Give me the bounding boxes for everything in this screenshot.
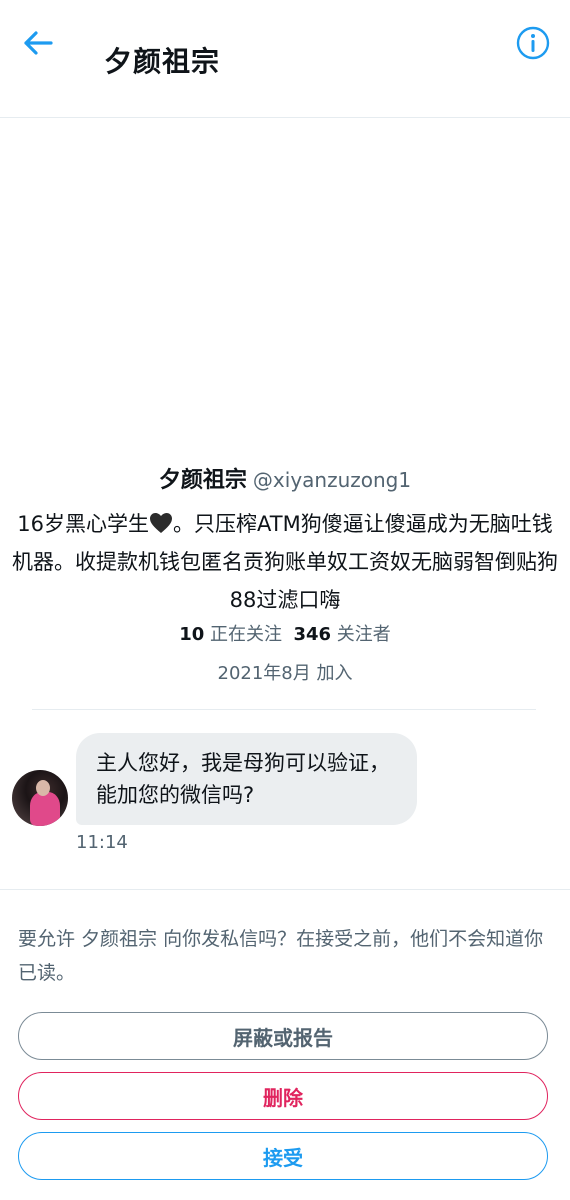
info-button[interactable] [514, 24, 552, 62]
followers-label: 关注者 [336, 624, 391, 645]
block-or-report-label: 屏蔽或报告 [233, 1025, 333, 1050]
profile-display-name: 夕颜祖宗 [158, 468, 247, 493]
dm-request-screen: 夕颜祖宗 夕颜祖宗 @xiyanzuzong1 16岁黑心学生 。只压榨ATM狗傻逼… [0, 0, 570, 1200]
back-button[interactable] [18, 26, 58, 60]
arrow-left-icon [24, 31, 53, 55]
accept-label: 接受 [263, 1145, 303, 1170]
bio-text-start: 16岁黑心学生 [17, 512, 150, 536]
black-heart-icon [150, 513, 173, 533]
delete-button[interactable]: 删除 [18, 1072, 548, 1120]
following-label: 正在关注 [210, 624, 283, 645]
profile-name-line[interactable]: 夕颜祖宗 @xiyanzuzong1 [0, 462, 570, 494]
message-request-prompt: 要允许 夕颜祖宗 向你发私信吗？在接受之前，他们不会知道你已读。 [18, 928, 544, 984]
following-count: 10 [179, 624, 205, 645]
conversation-header: 夕颜祖宗 [0, 0, 570, 118]
following-stat[interactable]: 10 正在关注 [179, 624, 282, 645]
avatar-figure [30, 792, 60, 826]
message-text: 主人您好，我是母狗可以验证，能加您的微信吗? [96, 751, 390, 807]
profile-handle: @xiyanzuzong1 [252, 468, 412, 492]
followers-count: 346 [293, 624, 332, 645]
block-or-report-button[interactable]: 屏蔽或报告 [18, 1012, 548, 1060]
delete-label: 删除 [263, 1085, 303, 1110]
profile-stats: 10 正在关注 346 关注者 [0, 620, 570, 646]
message-bubble[interactable]: 主人您好，我是母狗可以验证，能加您的微信吗? [76, 733, 417, 825]
request-divider [0, 889, 570, 890]
accept-button[interactable]: 接受 [18, 1132, 548, 1180]
profile-divider [32, 709, 536, 710]
conversation-title: 夕颜祖宗 [104, 45, 221, 78]
sender-avatar[interactable] [12, 770, 68, 826]
joined-date: 2021年8月 加入 [217, 663, 353, 684]
info-icon [516, 26, 550, 60]
avatar-face [36, 780, 50, 796]
followers-stat[interactable]: 346 关注者 [293, 624, 390, 645]
profile-bio: 16岁黑心学生 。只压榨ATM狗傻逼让傻逼成为无脑吐钱机器。收提款机钱包匿名贡狗账… [10, 505, 560, 619]
message-timestamp: 11:14 [76, 832, 128, 853]
